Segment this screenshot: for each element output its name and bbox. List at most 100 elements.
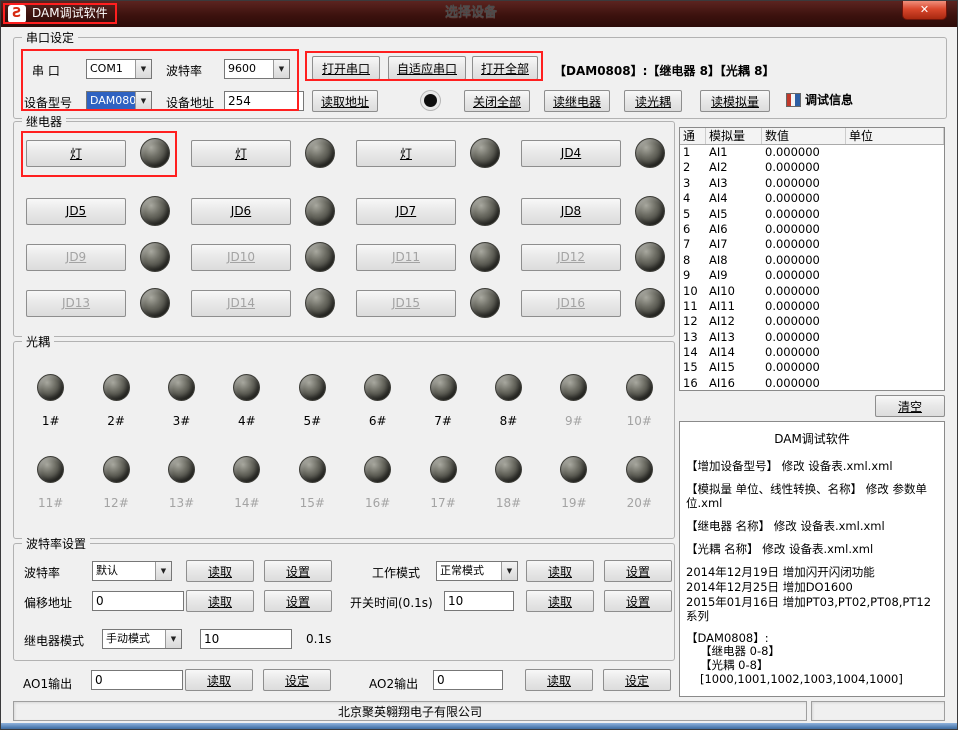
info-line: 【继电器 名称】 修改 设备表.xml.xml — [686, 520, 938, 534]
relay-button-JD10[interactable]: JD10 — [191, 244, 291, 271]
baud-select[interactable]: 9600 ▼ — [224, 59, 290, 79]
debug-info[interactable]: 调试信息 — [786, 91, 853, 108]
baudrate-value: 默认 — [93, 562, 155, 580]
work-mode-select[interactable]: 正常模式 ▼ — [436, 561, 518, 581]
cell-name: AI7 — [706, 237, 762, 252]
ao2-set-button[interactable]: 设定 — [603, 669, 671, 691]
read-analog-button[interactable]: 读模拟量 — [700, 90, 770, 112]
ao1-read-button[interactable]: 读取 — [185, 669, 253, 691]
relay-button-灯[interactable]: 灯 — [26, 140, 126, 167]
ao2-input[interactable] — [433, 670, 503, 690]
relay-lamp-icon — [140, 138, 170, 168]
cell-value: 0.000000 — [762, 345, 846, 360]
opto-lamp-icon — [103, 456, 130, 483]
port-select[interactable]: COM1 ▼ — [86, 59, 152, 79]
opto-channel: 4# — [214, 368, 279, 450]
work-mode-set-button[interactable]: 设置 — [604, 560, 672, 582]
switch-time-input[interactable] — [444, 591, 514, 611]
relay-button-JD4[interactable]: JD4 — [521, 140, 621, 167]
relay-button-JD5[interactable]: JD5 — [26, 198, 126, 225]
opto-channel-label: 2# — [107, 414, 125, 428]
debug-info-label: 调试信息 — [805, 91, 853, 108]
read-opto-button[interactable]: 读光耦 — [624, 90, 682, 112]
chevron-down-icon[interactable]: ▼ — [165, 630, 181, 648]
relay-button-JD15[interactable]: JD15 — [356, 290, 456, 317]
ao2-read-button[interactable]: 读取 — [525, 669, 593, 691]
relay-cell: JD14 — [179, 288, 344, 318]
title-bar: Ƨ DAM调试软件 选择设备 ✕ — [1, 1, 957, 27]
cell-ch: 2 — [680, 160, 706, 175]
cell-name: AI9 — [706, 268, 762, 283]
offset-set-button[interactable]: 设置 — [264, 590, 332, 612]
offset-input[interactable] — [92, 591, 184, 611]
cell-value: 0.000000 — [762, 207, 846, 222]
relay-button-JD14[interactable]: JD14 — [191, 290, 291, 317]
baudrate-read-button[interactable]: 读取 — [186, 560, 254, 582]
relay-button-灯[interactable]: 灯 — [356, 140, 456, 167]
opto-channel: 17# — [410, 450, 475, 532]
open-port-button[interactable]: 打开串口 — [312, 56, 380, 80]
relay-time-input[interactable] — [200, 629, 292, 649]
read-relay-button[interactable]: 读继电器 — [544, 90, 610, 112]
switch-time-set-button[interactable]: 设置 — [604, 590, 672, 612]
relay-button-灯[interactable]: 灯 — [191, 140, 291, 167]
relay-button-JD12[interactable]: JD12 — [521, 244, 621, 271]
switch-time-label: 开关时间(0.1s) — [350, 594, 433, 611]
ao1-input[interactable] — [91, 670, 183, 690]
baudrate-select[interactable]: 默认 ▼ — [92, 561, 172, 581]
close-all-button[interactable]: 关闭全部 — [464, 90, 530, 112]
opto-channel: 16# — [345, 450, 410, 532]
relay-lamp-icon — [635, 242, 665, 272]
relay-group-label: 继电器 — [22, 113, 66, 130]
analog-table-rows: 1AI10.0000002AI20.0000003AI30.0000004AI4… — [680, 145, 944, 391]
cell-ch: 10 — [680, 284, 706, 299]
opto-channel: 5# — [280, 368, 345, 450]
relay-button-JD8[interactable]: JD8 — [521, 198, 621, 225]
relay-button-JD7[interactable]: JD7 — [356, 198, 456, 225]
info-line: 【DAM0808】: — [686, 632, 938, 646]
auto-port-button[interactable]: 自适应串口 — [388, 56, 466, 80]
opto-channel-label: 6# — [369, 414, 387, 428]
baud-label: 波特率 — [166, 62, 202, 79]
cell-unit — [846, 176, 944, 191]
open-all-button[interactable]: 打开全部 — [472, 56, 538, 80]
baud-value: 9600 — [225, 60, 273, 78]
work-mode-read-button[interactable]: 读取 — [526, 560, 594, 582]
clear-button[interactable]: 清空 — [875, 395, 945, 417]
table-row: 4AI40.000000 — [680, 191, 944, 206]
model-select[interactable]: DAM0808 ▼ — [86, 91, 152, 111]
switch-time-read-button[interactable]: 读取 — [526, 590, 594, 612]
relay-mode-value: 手动模式 — [103, 630, 165, 648]
chevron-down-icon[interactable]: ▼ — [155, 562, 171, 580]
device-address-input[interactable] — [224, 91, 304, 111]
relay-button-JD13[interactable]: JD13 — [26, 290, 126, 317]
relay-button-JD9[interactable]: JD9 — [26, 244, 126, 271]
analog-table-header: 通 模拟量 数值 单位 — [680, 128, 944, 145]
cell-ch: 15 — [680, 360, 706, 375]
chevron-down-icon[interactable]: ▼ — [135, 92, 151, 110]
port-value: COM1 — [87, 60, 135, 78]
opto-lamp-icon — [364, 456, 391, 483]
relay-lamp-icon — [305, 288, 335, 318]
cell-name: AI1 — [706, 145, 762, 160]
offset-read-button[interactable]: 读取 — [186, 590, 254, 612]
chevron-down-icon[interactable]: ▼ — [273, 60, 289, 78]
table-row: 9AI90.000000 — [680, 268, 944, 283]
relay-button-JD6[interactable]: JD6 — [191, 198, 291, 225]
relay-button-JD16[interactable]: JD16 — [521, 290, 621, 317]
info-changelog: 2014年12月19日 增加闪开闪闭功能2014年12月25日 增加DO1600… — [686, 566, 938, 623]
relay-mode-select[interactable]: 手动模式 ▼ — [102, 629, 182, 649]
ao2-label: AO2输出 — [369, 675, 418, 692]
baudrate-set-button[interactable]: 设置 — [264, 560, 332, 582]
ao1-set-button[interactable]: 设定 — [263, 669, 331, 691]
chevron-down-icon[interactable]: ▼ — [135, 60, 151, 78]
read-address-button[interactable]: 读取地址 — [312, 90, 378, 112]
relay-button-JD11[interactable]: JD11 — [356, 244, 456, 271]
chevron-down-icon[interactable]: ▼ — [501, 562, 517, 580]
close-button[interactable]: ✕ — [902, 1, 947, 20]
cell-ch: 1 — [680, 145, 706, 160]
relay-row-4: JD13 JD14 JD15 JD16 — [14, 288, 674, 318]
cell-value: 0.000000 — [762, 376, 846, 391]
cell-value: 0.000000 — [762, 284, 846, 299]
serial-group-label: 串口设定 — [22, 29, 78, 46]
